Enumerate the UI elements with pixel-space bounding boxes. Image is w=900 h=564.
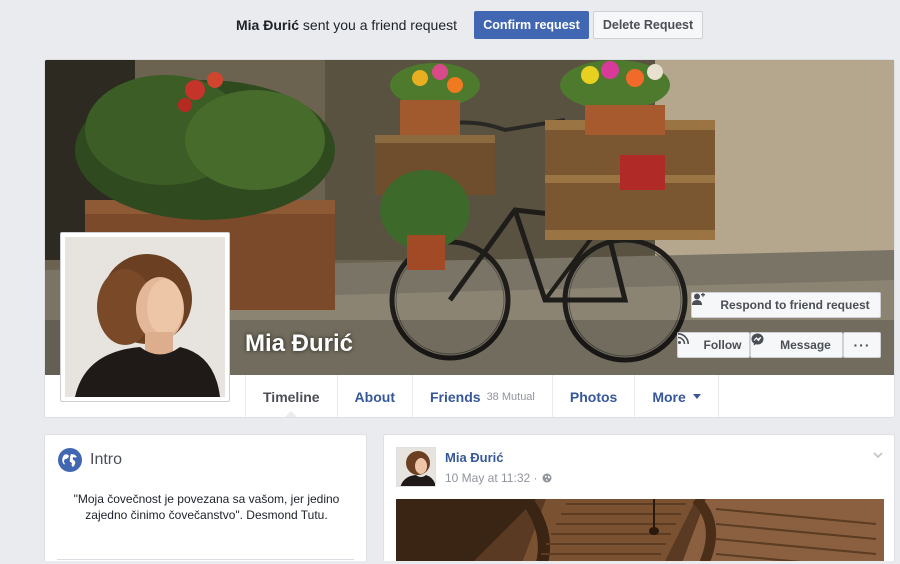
mutual-friends-count: 38 Mutual <box>486 390 535 403</box>
friend-request-message: sent you a friend request <box>302 17 458 33</box>
delete-request-button[interactable]: Delete Request <box>593 11 703 39</box>
tab-more[interactable]: More <box>635 375 719 417</box>
follow-button[interactable]: Follow <box>677 332 750 358</box>
avatar <box>397 448 435 486</box>
tab-friends[interactable]: Friends 38 Mutual <box>413 375 553 417</box>
intro-card: Intro "Moja čovečnost je povezana sa vaš… <box>44 434 367 564</box>
post-author-name[interactable]: Mia Đurić <box>445 450 504 465</box>
chevron-down-icon[interactable] <box>872 449 884 461</box>
profile-tabs: Timeline About Friends 38 Mutual Photos … <box>245 375 719 417</box>
more-options-button[interactable]: ··· <box>843 332 881 358</box>
messenger-icon <box>751 333 775 352</box>
tab-friends-label: Friends <box>429 388 481 405</box>
profile-picture-image <box>65 237 225 397</box>
post-time-text[interactable]: 10 May at 11:32 · <box>445 471 538 485</box>
profile-name[interactable]: Mia Đurić <box>245 330 353 358</box>
add-friend-icon <box>692 293 715 312</box>
post-photo[interactable] <box>396 499 884 564</box>
friend-request-bar: Mia Đurić sent you a friend request Conf… <box>0 0 900 50</box>
message-label: Message <box>780 338 831 352</box>
respond-to-friend-request-button[interactable]: Respond to friend request <box>691 292 881 318</box>
confirm-request-button[interactable]: Confirm request <box>474 11 589 39</box>
intro-bio: "Moja čovečnost je povezana sa vašom, je… <box>73 492 340 522</box>
tab-about-label: About <box>354 388 395 405</box>
friend-request-text: Mia Đurić sent you a friend request <box>236 17 457 33</box>
tab-photos-label: Photos <box>569 388 618 405</box>
globe-icon <box>58 448 82 472</box>
tab-about[interactable]: About <box>338 375 413 417</box>
post-author-avatar[interactable] <box>396 447 436 487</box>
intro-title: Intro <box>90 451 123 468</box>
active-tab-indicator <box>283 411 300 417</box>
profile-picture[interactable] <box>60 232 230 402</box>
post-timestamp: 10 May at 11:32 · <box>445 471 552 485</box>
timeline-post: Mia Đurić 10 May at 11:32 · <box>383 434 895 564</box>
public-icon <box>542 473 551 483</box>
tab-photos[interactable]: Photos <box>553 375 636 417</box>
respond-label: Respond to friend request <box>720 298 870 312</box>
follow-label: Follow <box>703 338 742 352</box>
tab-timeline[interactable]: Timeline <box>245 375 338 417</box>
rss-icon <box>678 333 699 352</box>
tab-timeline-label: Timeline <box>263 388 320 405</box>
profile-header: Mia Đurić Respond to friend request Foll… <box>44 59 895 418</box>
divider <box>57 559 354 560</box>
message-button[interactable]: Message <box>750 332 843 358</box>
post-photo-image <box>396 499 884 564</box>
requester-name[interactable]: Mia Đurić <box>236 17 299 33</box>
caret-down-icon <box>692 394 701 399</box>
tab-more-label: More <box>652 388 686 405</box>
